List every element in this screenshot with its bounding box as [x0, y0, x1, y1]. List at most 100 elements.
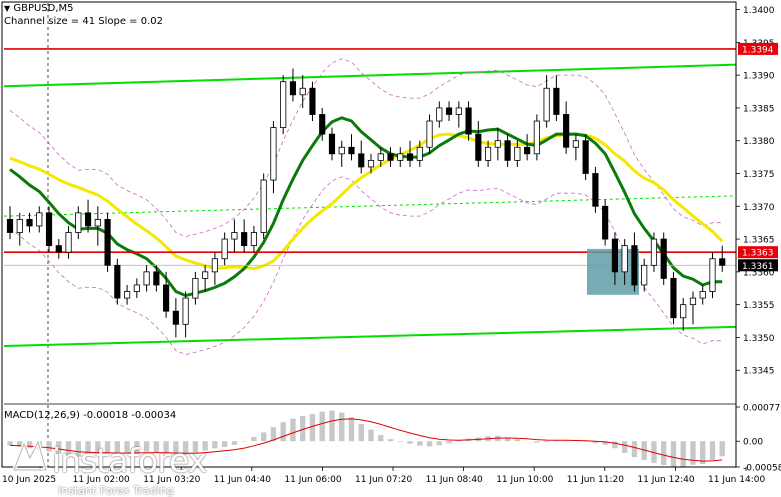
candle-body	[163, 284, 170, 312]
candle	[592, 166, 599, 213]
candle-body	[494, 140, 501, 148]
price-tick-label: 1.3380	[743, 137, 775, 147]
candle-body	[533, 120, 540, 155]
candle-body	[445, 107, 453, 115]
candle	[582, 134, 589, 181]
candle-body	[123, 291, 131, 299]
candle-body	[582, 140, 589, 174]
candle	[602, 199, 609, 246]
price-label-text: 1.3361	[742, 262, 774, 272]
price-tick-label: 1.3390	[743, 72, 775, 82]
candle-body	[377, 153, 384, 161]
candle-body	[455, 107, 462, 115]
candle-body	[328, 133, 336, 155]
price-tick-label: 1.3345	[743, 367, 775, 377]
candle-body	[231, 232, 238, 240]
candle-body	[709, 258, 716, 292]
candle-body	[504, 140, 511, 161]
candle-body	[367, 159, 375, 168]
candle-body	[484, 146, 492, 161]
candle-body	[26, 218, 33, 227]
price-label-text: 1.3363	[742, 249, 774, 259]
candle-body	[650, 238, 658, 266]
candle-body	[319, 114, 326, 135]
price-label-1.3361: 1.3361	[738, 259, 778, 272]
candle-body	[241, 232, 248, 247]
candle-body	[221, 238, 228, 260]
candle-body	[45, 212, 53, 247]
price-tick-label: 1.3350	[743, 334, 775, 344]
logo-text: instaforex	[52, 440, 207, 480]
time-tick-label: 11 Jun 12:40	[637, 475, 694, 485]
candle-body	[524, 146, 531, 155]
candle-body	[475, 133, 482, 161]
candle-body	[689, 297, 697, 306]
time-tick-label: 11 Jun 10:00	[496, 475, 553, 485]
time-tick-label: 11 Jun 04:40	[214, 475, 271, 485]
candle-body	[250, 232, 258, 247]
candle-body	[358, 153, 365, 168]
candle-body	[553, 87, 560, 115]
price-label-1.3394: 1.3394	[738, 42, 778, 55]
candle	[533, 114, 540, 161]
candle-body	[621, 245, 628, 273]
candle-body	[65, 232, 72, 253]
price-tick-label: 1.3385	[743, 104, 775, 114]
instaforex-logo: instaforex Instant Forex Trading	[6, 440, 207, 497]
candle-body	[387, 153, 394, 161]
candle-body	[16, 218, 23, 233]
candle-body	[641, 264, 648, 286]
candle-body	[6, 218, 14, 233]
candle-body	[309, 87, 316, 115]
channel-info: Channel size = 41 Slope = 0.02	[4, 16, 164, 27]
macd-info: MACD(12,26,9) -0.00018 -0.00034	[4, 410, 177, 421]
time-tick-label: 11 Jun 07:20	[355, 475, 412, 485]
candle-body	[182, 297, 189, 325]
candle-body	[172, 310, 179, 325]
candle-body	[289, 81, 297, 96]
candle-body	[260, 179, 267, 233]
collapse-triangle-icon[interactable]: ▼	[4, 4, 10, 13]
time-tick-label: 11 Jun 06:00	[284, 475, 341, 485]
price-label-text: 1.3394	[742, 45, 774, 55]
candle-body	[563, 114, 570, 148]
candle-body	[436, 107, 443, 122]
candle-body	[36, 212, 43, 227]
candle-body	[143, 271, 150, 286]
price-tick-label: 1.3400	[743, 6, 775, 16]
candle	[260, 173, 267, 240]
candle	[280, 75, 287, 135]
price-tick-label: 1.3355	[743, 301, 775, 311]
candle-body	[55, 245, 62, 253]
candle-body	[602, 205, 609, 240]
candle-body	[611, 238, 619, 273]
candle-body	[514, 146, 521, 161]
candle-body	[680, 304, 687, 319]
candle-body	[133, 284, 140, 292]
time-tick-label: 11 Jun 08:40	[426, 475, 483, 485]
candle	[104, 212, 111, 272]
candle-body	[543, 87, 550, 122]
candle-body	[348, 146, 355, 155]
instaforex-emblem-icon	[11, 440, 49, 472]
candle-body	[192, 278, 199, 299]
candle	[670, 271, 677, 325]
candle-body	[104, 218, 111, 266]
candle-body	[153, 271, 160, 286]
candle-body	[670, 278, 677, 319]
candle-body	[280, 81, 287, 128]
candle	[45, 206, 53, 253]
candle	[660, 232, 667, 285]
candle-body	[94, 218, 101, 227]
time-tick-label: 11 Jun 14:00	[708, 475, 765, 485]
candle-body	[631, 245, 638, 286]
candle-body	[270, 127, 277, 181]
candle-body	[660, 238, 667, 279]
candle-body	[202, 271, 209, 279]
candle-body	[397, 153, 404, 161]
symbol-label: GBPUSD,M5	[13, 3, 74, 14]
time-tick-label: 11 Jun 11:20	[567, 475, 624, 485]
candle-body	[572, 140, 579, 148]
candle-body	[592, 173, 599, 207]
price-tick-label: 1.3365	[743, 236, 775, 246]
